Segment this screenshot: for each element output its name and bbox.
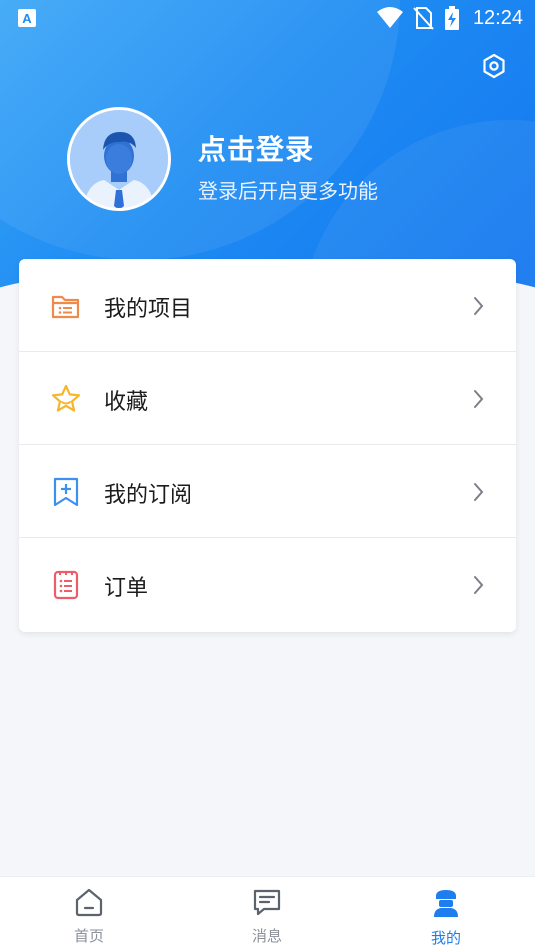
bookmark-plus-icon: [50, 476, 82, 508]
status-bar: A 12:24: [0, 0, 535, 36]
menu-item-label: 我的项目: [104, 297, 193, 322]
menu-item-orders[interactable]: 订单: [19, 538, 516, 631]
folder-list-icon: [50, 290, 82, 322]
bottom-nav: 首页 消息 我的: [0, 876, 535, 952]
wifi-icon: [376, 6, 404, 34]
menu-item-favorites[interactable]: 收藏: [19, 352, 516, 445]
chevron-right-icon: [472, 295, 486, 317]
nav-label: 首页: [73, 927, 104, 945]
nav-tab-profile[interactable]: 我的: [357, 877, 535, 952]
chevron-right-icon: [472, 388, 486, 410]
user-avatar-icon: [70, 110, 168, 208]
star-icon: [50, 383, 82, 415]
app-notification-icon: A: [18, 9, 36, 27]
chevron-right-icon: [472, 574, 486, 596]
chevron-right-icon: [472, 481, 486, 503]
login-subtitle: 登录后开启更多功能: [198, 179, 378, 203]
message-icon: [252, 887, 282, 917]
clipboard-list-icon: [50, 569, 82, 601]
menu-card: 我的项目 收藏 我的订阅 订单: [19, 259, 516, 632]
profile-icon: [431, 887, 461, 917]
clock: 12:24: [472, 7, 523, 29]
home-icon: [74, 887, 104, 917]
svg-text:A: A: [22, 11, 32, 26]
settings-button[interactable]: [480, 52, 508, 80]
menu-item-label: 收藏: [104, 390, 149, 415]
profile-screen: A 12:24 点击登录 登录后开启更多功能 我的项目 收藏 我的订阅 订单 首…: [0, 0, 535, 952]
nav-label: 消息: [251, 927, 282, 945]
nav-label: 我的: [430, 929, 461, 947]
menu-item-subscriptions[interactable]: 我的订阅: [19, 445, 516, 538]
no-sim-icon: [412, 6, 434, 34]
avatar[interactable]: [67, 107, 171, 211]
menu-item-label: 我的订阅: [104, 483, 193, 508]
menu-item-my-projects[interactable]: 我的项目: [19, 259, 516, 352]
battery-charging-icon: [444, 6, 460, 34]
nav-tab-messages[interactable]: 消息: [178, 877, 356, 952]
gear-icon: [483, 53, 505, 79]
menu-item-label: 订单: [104, 576, 149, 601]
login-title[interactable]: 点击登录: [198, 128, 314, 168]
nav-tab-home[interactable]: 首页: [0, 877, 178, 952]
